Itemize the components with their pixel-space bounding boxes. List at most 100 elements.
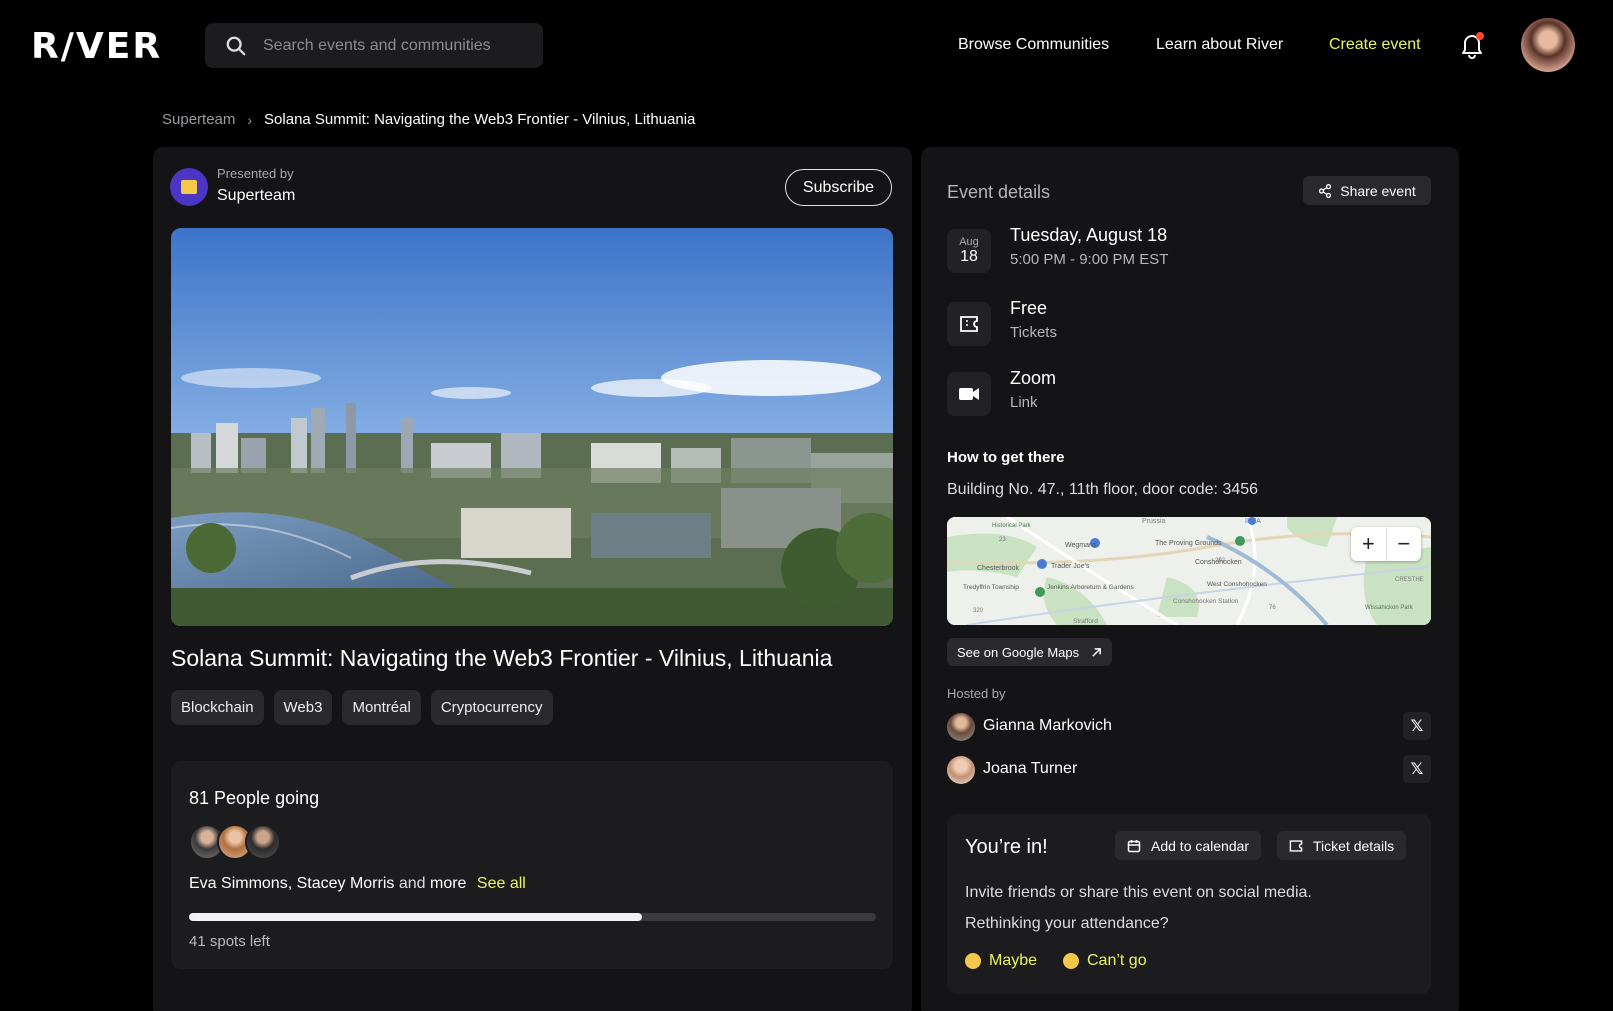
nav-learn-about-river[interactable]: Learn about River xyxy=(1156,36,1283,54)
see-on-google-maps-button[interactable]: See on Google Maps xyxy=(947,638,1113,666)
hosted-by-label: Hosted by xyxy=(947,686,1006,701)
tag-chip[interactable]: Blockchain xyxy=(171,690,264,725)
sad-emoji-icon xyxy=(1063,953,1079,969)
share-icon xyxy=(1319,183,1332,198)
capacity-progress-fill xyxy=(189,913,643,921)
search-input[interactable] xyxy=(263,36,523,55)
event-title: Solana Summit: Navigating the Web3 Front… xyxy=(171,645,833,671)
ticket-details-label: Ticket details xyxy=(1313,837,1395,854)
map-label: 320 xyxy=(973,608,984,614)
zoom-in-icon[interactable]: + xyxy=(1351,527,1386,561)
location-name[interactable]: Zoom xyxy=(1010,368,1056,389)
invite-text: Invite friends or share this event on so… xyxy=(965,884,1312,901)
date-day: 18 xyxy=(960,248,978,265)
more-text: more xyxy=(430,875,467,892)
map-label: Chesterbrook xyxy=(977,565,1020,572)
host-name[interactable]: Gianna Markovich xyxy=(983,717,1112,735)
chevron-right-icon: › xyxy=(247,111,253,128)
location-map[interactable]: Prussia IKEA Historical Park The Proving… xyxy=(947,517,1431,625)
map-label: Prussia xyxy=(1142,518,1165,525)
event-details-title: Event details xyxy=(947,182,1051,202)
presenter-logo[interactable] xyxy=(170,168,208,206)
add-to-calendar-button[interactable]: Add to calendar xyxy=(1115,831,1262,860)
map-label: 202 xyxy=(1215,558,1226,564)
user-avatar[interactable] xyxy=(1521,18,1575,72)
ticket-icon xyxy=(1289,839,1303,852)
event-details-panel: Event details Share event Aug 18 Tuesday… xyxy=(921,147,1459,1011)
map-label: Tredyffrin Township xyxy=(963,584,1019,591)
share-event-label: Share event xyxy=(1340,182,1416,199)
map-label: The Proving Grounds xyxy=(1155,540,1222,547)
top-nav: R/VER Browse Communities Learn about Riv… xyxy=(0,0,1613,92)
arrow-up-right-icon xyxy=(1092,647,1102,657)
how-to-get-there-text: Building No. 47., 11th floor, door code:… xyxy=(947,481,1259,498)
date-month: Aug xyxy=(959,236,979,248)
host-row: Gianna Markovich 𝕏 xyxy=(947,712,1431,743)
map-label: IKEA xyxy=(1245,518,1261,525)
attendee-names: Eva Simmons, Stacey Morris and more See … xyxy=(189,875,526,893)
google-maps-label: See on Google Maps xyxy=(957,644,1080,660)
river-logo[interactable]: R/VER xyxy=(31,26,162,67)
event-main-panel: Presented by Superteam Subscribe Solana … xyxy=(153,147,912,1011)
host-avatar[interactable] xyxy=(947,756,975,784)
breadcrumb-parent[interactable]: Superteam xyxy=(162,111,235,128)
x-twitter-icon[interactable]: 𝕏 xyxy=(1403,755,1431,783)
map-label: Historical Park xyxy=(992,523,1032,529)
nav-browse-communities[interactable]: Browse Communities xyxy=(958,36,1109,54)
host-name[interactable]: Joana Turner xyxy=(983,760,1077,778)
calendar-date-badge: Aug 18 xyxy=(947,229,991,273)
nav-create-event[interactable]: Create event xyxy=(1329,36,1421,54)
presenter-name[interactable]: Superteam xyxy=(217,187,295,205)
ticket-price: Free xyxy=(1010,298,1048,318)
rethink-text: Rethinking your attendance? xyxy=(965,915,1169,932)
map-label: 23 xyxy=(999,537,1006,543)
subscribe-button[interactable]: Subscribe xyxy=(785,169,892,206)
zoom-out-icon[interactable]: − xyxy=(1387,527,1422,561)
host-row: Joana Turner 𝕏 xyxy=(947,755,1431,786)
event-tags: Blockchain Web3 Montréal Cryptocurrency xyxy=(171,690,553,725)
video-camera-icon xyxy=(947,372,991,416)
bell-icon[interactable] xyxy=(1458,30,1486,60)
cant-go-label: Can’t go xyxy=(1087,952,1147,969)
capacity-progress-bar xyxy=(189,913,876,921)
tag-chip[interactable]: Montréal xyxy=(342,690,421,725)
rsvp-title: You’re in! xyxy=(965,836,1048,858)
map-zoom-controls: + − xyxy=(1351,527,1421,561)
spots-left: 41 spots left xyxy=(189,933,270,950)
ticket-details-button[interactable]: Ticket details xyxy=(1277,831,1407,860)
add-to-calendar-label: Add to calendar xyxy=(1151,837,1250,854)
presented-by-label: Presented by xyxy=(217,166,294,181)
map-label: 76 xyxy=(1269,605,1276,611)
breadcrumb-current: Solana Summit: Navigating the Web3 Front… xyxy=(264,111,696,128)
breadcrumb: Superteam › Solana Summit: Navigating th… xyxy=(162,111,695,128)
attendee-avatars[interactable] xyxy=(189,824,281,860)
maybe-button[interactable]: Maybe xyxy=(965,952,1037,970)
and-text: and xyxy=(398,875,426,892)
tag-chip[interactable]: Web3 xyxy=(273,690,333,725)
calendar-icon xyxy=(1127,839,1141,852)
map-label: Wegmans xyxy=(1065,542,1097,549)
tag-chip[interactable]: Cryptocurrency xyxy=(430,690,553,725)
map-label: Trader Joe's xyxy=(1051,563,1090,570)
attendee-names-text: Eva Simmons, Stacey Morris xyxy=(189,875,395,892)
ticket-label: Tickets xyxy=(1010,324,1057,341)
map-label: Strafford xyxy=(1073,618,1098,625)
search-icon xyxy=(226,36,246,55)
host-avatar[interactable] xyxy=(947,713,975,741)
map-label: West Conshohocken xyxy=(1207,581,1267,588)
search-bar[interactable] xyxy=(205,23,543,68)
event-cover-image xyxy=(171,228,893,626)
cant-go-button[interactable]: Can’t go xyxy=(1063,952,1147,970)
x-twitter-icon[interactable]: 𝕏 xyxy=(1403,712,1431,740)
location-link[interactable]: Link xyxy=(1010,394,1038,411)
how-to-get-there-title: How to get there xyxy=(947,449,1065,466)
attendance-card: 81 People going Eva Simmons, Stacey Morr… xyxy=(171,761,893,969)
map-label: CRESTHE xyxy=(1395,577,1424,583)
see-all-link[interactable]: See all xyxy=(477,875,526,892)
rsvp-card: You’re in! Add to calendar Ticket detail… xyxy=(947,814,1431,994)
people-going-count: 81 People going xyxy=(189,788,320,808)
event-date: Tuesday, August 18 xyxy=(1010,225,1168,245)
maybe-label: Maybe xyxy=(989,952,1038,969)
share-event-button[interactable]: Share event xyxy=(1303,176,1431,205)
ticket-icon xyxy=(947,302,991,346)
